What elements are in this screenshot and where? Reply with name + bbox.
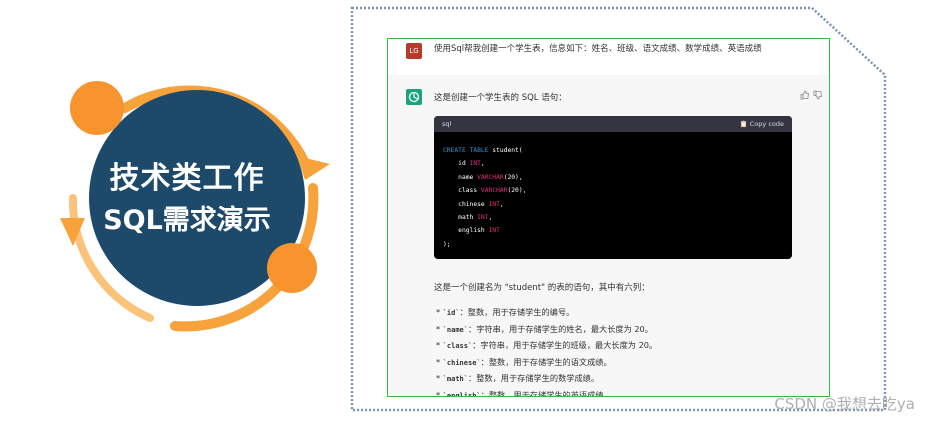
code-line: name VARCHAR(20),	[443, 171, 783, 184]
code-text: ,	[480, 160, 485, 168]
column-name: `name`	[442, 325, 468, 334]
code-text: );	[443, 240, 451, 248]
column-list-item: * `class`：字符串，用于存储学生的班级，最大长度为 20。	[436, 340, 658, 351]
assistant-message-row: 这是创建一个学生表的 SQL 语句： sql 📋 Copy code CREAT…	[388, 75, 829, 397]
column-description: ：整数，用于存储学生的编号。	[459, 307, 575, 317]
code-line: );	[443, 238, 783, 251]
code-language: sql	[442, 120, 452, 128]
copy-code-label: Copy code	[749, 120, 784, 128]
column-list-item: * `math`：整数，用于存储学生的数学成绩。	[436, 373, 600, 384]
code-text: id	[458, 160, 470, 168]
code-type: INT	[469, 160, 481, 168]
code-text: (20),	[507, 187, 527, 195]
user-avatar: LG	[406, 43, 422, 59]
code-type: VARCHAR	[480, 187, 508, 195]
code-type: INT	[477, 214, 489, 222]
column-name: `id`	[442, 309, 460, 317]
code-text: student(	[488, 147, 523, 154]
user-message: 使用Sql帮我创建一个学生表，信息如下：姓名、班级、语文成绩、数学成绩、英语成绩	[434, 44, 762, 54]
column-description: ：字符串，用于存储学生的姓名，最大长度为 20。	[468, 323, 653, 334]
column-list-item: * `id`：整数，用于存储学生的编号。	[436, 307, 575, 317]
column-list-item: * `english`：整数，用于存储学生的英语成绩。	[436, 388, 657, 397]
code-line: class VARCHAR(20),	[443, 184, 783, 197]
code-line: chinese INT,	[443, 198, 783, 211]
column-description: ：整数，用于存储学生的数学成绩。	[468, 373, 600, 384]
code-content: CREATE TABLE student( id INT, name VARCH…	[434, 132, 792, 259]
code-keyword: CREATE TABLE	[443, 147, 489, 154]
code-type: VARCHAR	[477, 173, 504, 181]
code-text: name	[458, 173, 478, 181]
watermark: CSDN @我想去吃ya	[774, 395, 915, 413]
column-name: `chinese`	[442, 358, 481, 367]
column-name: `english`	[442, 391, 481, 397]
table-description: 这是一个创建名为 "student" 的表的语句，其中有六列：	[434, 283, 650, 293]
column-description: ：整数，用于存储学生的英语成绩。	[480, 389, 612, 397]
code-text: chinese	[458, 200, 489, 208]
code-block: sql 📋 Copy code CREATE TABLE student( id…	[434, 116, 792, 259]
thumbs-up-icon[interactable]	[800, 90, 810, 100]
openai-logo-icon	[406, 89, 422, 105]
code-line: math INT,	[443, 211, 783, 224]
chat-screenshot: LG 使用Sql帮我创建一个学生表，信息如下：姓名、班级、语文成绩、数学成绩、英…	[387, 38, 830, 397]
code-text: ,	[499, 200, 504, 208]
code-line: CREATE TABLE student(	[443, 144, 783, 157]
badge-title-line2: SQL需求演示	[103, 205, 271, 236]
column-name: `math`	[442, 375, 468, 384]
user-message-row: LG 使用Sql帮我创建一个学生表，信息如下：姓名、班级、语文成绩、数学成绩、英…	[388, 39, 829, 75]
code-text: math	[458, 214, 478, 222]
column-description: ：字符串，用于存储学生的班级，最大长度为 20。	[472, 340, 658, 351]
column-list-item: * `name`：字符串，用于存储学生的姓名，最大长度为 20。	[436, 323, 653, 334]
copy-code-button[interactable]: 📋 Copy code	[740, 116, 784, 132]
topic-badge: 技术类工作 SQL需求演示	[55, 68, 340, 338]
column-list: * `id`：整数，用于存储学生的编号。 * `name`：字符串，用于存储学生的…	[436, 305, 658, 397]
badge-dot-bottom-right	[267, 243, 317, 293]
thumbs-down-icon[interactable]	[813, 90, 823, 100]
badge-dot-top-left	[70, 81, 124, 135]
code-type: INT	[488, 200, 500, 208]
column-description: ：整数，用于存储学生的语文成绩。	[480, 356, 612, 367]
code-line: english INT	[443, 224, 783, 237]
code-text: class	[458, 187, 481, 195]
assistant-intro: 这是创建一个学生表的 SQL 语句：	[434, 93, 567, 103]
code-text: english	[458, 227, 489, 235]
column-name: `class`	[442, 342, 473, 351]
code-text: ,	[488, 214, 493, 222]
badge-title-line1: 技术类工作	[109, 161, 265, 196]
code-type: INT	[488, 227, 500, 235]
code-text: (20),	[503, 173, 523, 181]
code-line: id INT,	[443, 157, 783, 170]
clipboard-icon: 📋	[739, 120, 748, 128]
column-list-item: * `chinese`：整数，用于存储学生的语文成绩。	[436, 356, 612, 367]
code-header: sql 📋 Copy code	[434, 116, 792, 132]
